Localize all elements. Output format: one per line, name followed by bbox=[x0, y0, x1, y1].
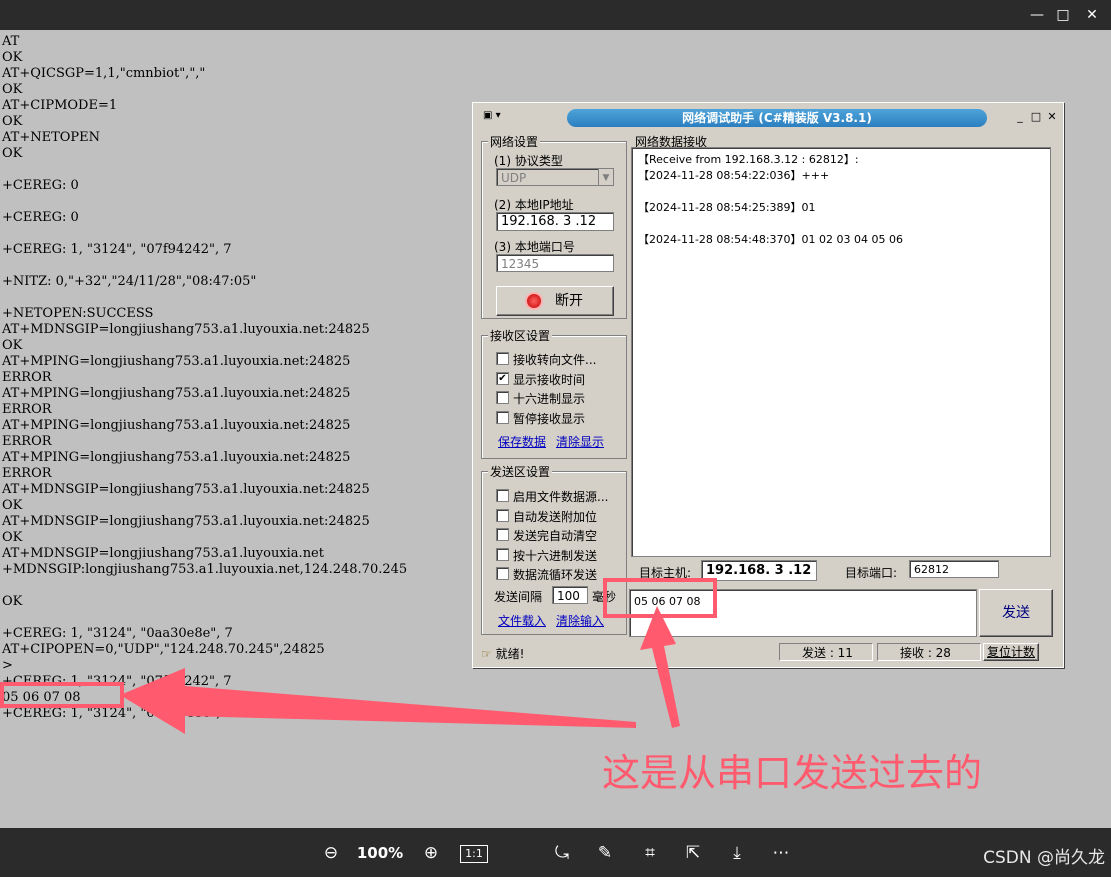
arrow-left bbox=[120, 668, 636, 734]
download-icon[interactable]: ⤓ bbox=[724, 842, 750, 864]
more-icon[interactable]: ⋯ bbox=[768, 842, 794, 864]
annotation-caption: 这是从串口发送过去的 bbox=[602, 751, 983, 795]
share-icon[interactable]: ⇱ bbox=[680, 842, 706, 864]
viewer-toolbar: ⊖ 100% ⊕ 1:1 ⤿ ✎ ⌗ ⇱ ⤓ ⋯ CSDN @尚久龙 bbox=[0, 828, 1111, 877]
zoom-out-icon[interactable]: ⊖ bbox=[318, 842, 344, 864]
edit-icon[interactable]: ✎ bbox=[592, 842, 618, 864]
zoom-level: 100% bbox=[356, 844, 404, 862]
zoom-in-icon[interactable]: ⊕ bbox=[418, 842, 444, 864]
csdn-watermark: CSDN @尚久龙 bbox=[983, 848, 1105, 868]
arrow-up bbox=[640, 606, 680, 728]
text-select-icon[interactable]: ⌗ bbox=[637, 842, 663, 864]
actual-size-button[interactable]: 1:1 bbox=[460, 845, 488, 863]
rotate-icon[interactable]: ⤿ bbox=[549, 842, 575, 864]
